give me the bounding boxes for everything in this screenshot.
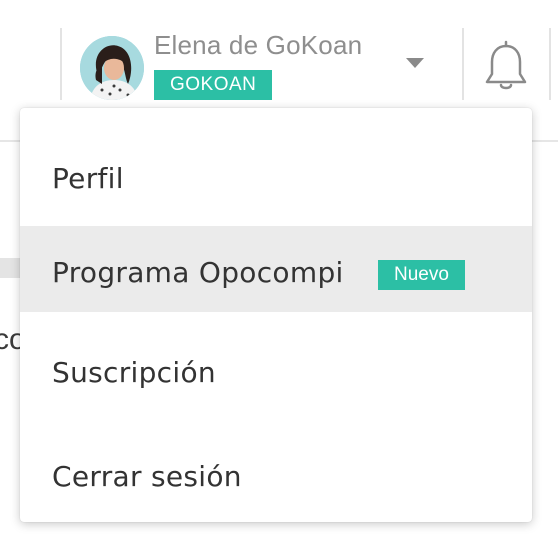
- header-divider: [462, 28, 464, 100]
- menu-item-suscripcion[interactable]: Suscripción: [20, 312, 532, 422]
- header-divider: [549, 28, 551, 100]
- bell-icon: [485, 40, 527, 90]
- menu-item-perfil[interactable]: Perfil: [20, 108, 532, 226]
- menu-item-label: Cerrar sesión: [52, 460, 242, 493]
- menu-item-cerrar-sesion[interactable]: Cerrar sesión: [20, 422, 532, 522]
- menu-item-label: Programa Opocompi: [52, 256, 344, 289]
- caret-down-icon[interactable]: [406, 58, 424, 68]
- menu-item-programa-opocompi[interactable]: Programa Opocompi Nuevo: [20, 226, 532, 312]
- avatar-photo-icon: [80, 36, 144, 100]
- new-badge: Nuevo: [378, 260, 465, 290]
- user-menu-trigger[interactable]: Elena de GoKoan GOKOAN: [64, 22, 444, 108]
- user-dropdown-menu: Perfil Programa Opocompi Nuevo Suscripci…: [20, 108, 532, 522]
- organization-badge: GOKOAN: [154, 70, 273, 100]
- header-divider: [60, 28, 62, 100]
- menu-item-label: Suscripción: [52, 356, 216, 389]
- user-name: Elena de GoKoan: [154, 30, 363, 60]
- user-avatar[interactable]: [80, 36, 144, 100]
- menu-item-label: Perfil: [52, 162, 124, 195]
- notifications-button[interactable]: [482, 40, 530, 92]
